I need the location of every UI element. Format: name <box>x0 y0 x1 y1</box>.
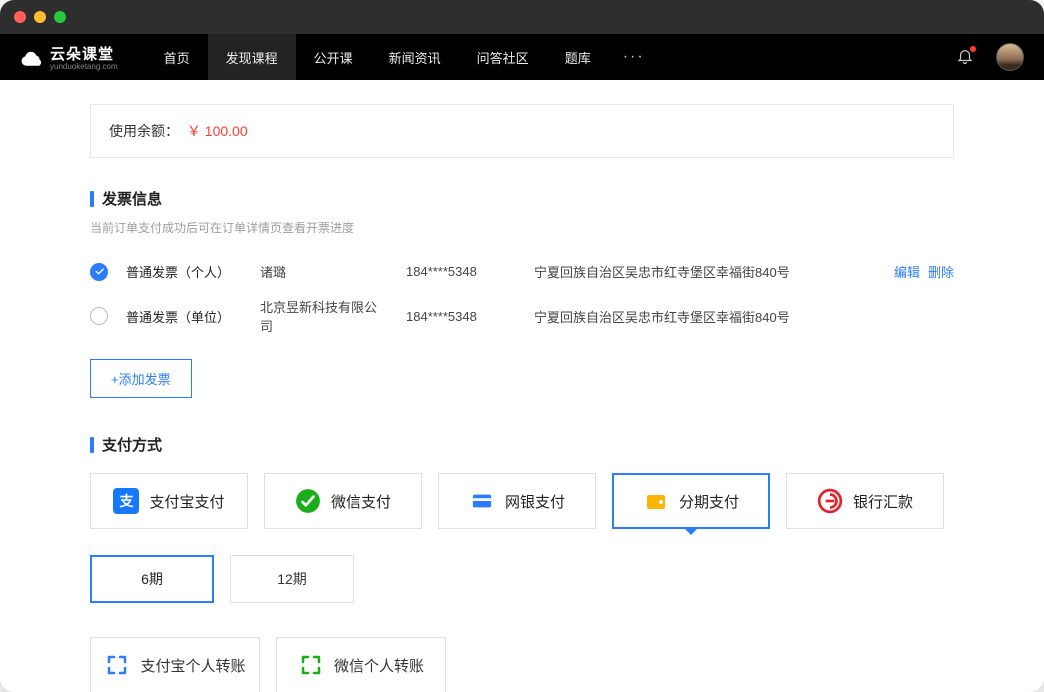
minimize-dot[interactable] <box>34 11 46 23</box>
installment-options: 6期 12期 <box>90 555 954 603</box>
alipay-icon: 支 <box>113 488 139 514</box>
invoice-name: 诸璐 <box>260 262 388 281</box>
invoice-radio[interactable] <box>90 307 108 325</box>
wallet-icon <box>643 488 669 514</box>
invoice-type: 普通发票（个人） <box>126 262 242 281</box>
close-dot[interactable] <box>14 11 26 23</box>
check-icon <box>94 266 105 277</box>
payment-method-label: 微信支付 <box>331 491 391 512</box>
installment-option[interactable]: 12期 <box>230 555 354 603</box>
invoice-name: 北京昱新科技有限公司 <box>260 297 388 335</box>
invoice-action-link[interactable]: 删除 <box>928 262 954 281</box>
installment-option[interactable]: 6期 <box>90 555 214 603</box>
invoice-section-title: 发票信息 <box>90 188 954 209</box>
transfer-label: 支付宝个人转账 <box>140 655 245 676</box>
invoice-section-subtitle: 当前订单支付成功后可在订单详情页查看开票进度 <box>90 219 954 236</box>
maximize-dot[interactable] <box>54 11 66 23</box>
window-titlebar <box>0 0 1044 34</box>
invoice-actions: 编辑删除 <box>894 262 954 281</box>
transfer-options: 支付宝个人转账 微信个人转账 <box>90 637 954 692</box>
invoice-row: 普通发票（个人） 诸璐 184****5348 宁夏回族自治区吴忠市红寺堡区幸福街84… <box>90 254 954 289</box>
nav-more[interactable]: ··· <box>609 48 659 66</box>
invoice-list: 普通发票（个人） 诸璐 184****5348 宁夏回族自治区吴忠市红寺堡区幸福街84… <box>90 254 954 343</box>
nav-item[interactable]: 问答社区 <box>459 34 547 80</box>
transfer-option[interactable]: 微信个人转账 <box>276 637 446 692</box>
nav-item[interactable]: 题库 <box>547 34 609 80</box>
avatar[interactable] <box>996 43 1024 71</box>
top-nav: 云朵课堂 yunduoketang.com 首页发现课程公开课新闻资讯问答社区题… <box>0 34 1044 80</box>
payment-method-card[interactable]: 支支付宝支付 <box>90 473 248 529</box>
invoice-radio[interactable] <box>90 263 108 281</box>
payment-method-card[interactable]: 网银支付 <box>438 473 596 529</box>
nav-menu: 首页发现课程公开课新闻资讯问答社区题库 <box>146 34 609 80</box>
cloud-logo-icon <box>20 45 44 69</box>
payment-section-title: 支付方式 <box>90 434 954 455</box>
logo-text: 云朵课堂 <box>50 43 118 64</box>
notification-badge <box>970 46 976 52</box>
payment-methods: 支支付宝支付 微信支付 网银支付 分期支付 银行汇款 <box>90 473 954 529</box>
invoice-type: 普通发票（单位） <box>126 307 242 326</box>
nav-item[interactable]: 发现课程 <box>208 34 296 80</box>
scan-green-icon <box>298 652 324 678</box>
main-content: 使用余额： ￥ 100.00 发票信息 当前订单支付成功后可在订单详情页查看开票… <box>0 80 1044 692</box>
invoice-phone: 184****5348 <box>406 264 516 279</box>
invoice-address: 宁夏回族自治区吴忠市红寺堡区幸福街840号 <box>534 307 954 326</box>
bank-transfer-icon <box>817 488 843 514</box>
nav-item[interactable]: 首页 <box>146 34 208 80</box>
invoice-row: 普通发票（单位） 北京昱新科技有限公司 184****5348 宁夏回族自治区吴忠市红… <box>90 289 954 343</box>
add-invoice-button[interactable]: +添加发票 <box>90 359 192 398</box>
payment-method-card[interactable]: 微信支付 <box>264 473 422 529</box>
notification-bell[interactable] <box>956 47 974 68</box>
payment-method-card[interactable]: 银行汇款 <box>786 473 944 529</box>
invoice-phone: 184****5348 <box>406 309 516 324</box>
payment-method-card[interactable]: 分期支付 <box>612 473 770 529</box>
wechat-icon <box>295 488 321 514</box>
logo-sub: yunduoketang.com <box>50 62 118 71</box>
payment-method-label: 支付宝支付 <box>149 491 224 512</box>
payment-method-label: 分期支付 <box>679 491 739 512</box>
balance-amount: ￥ 100.00 <box>187 123 248 139</box>
transfer-option[interactable]: 支付宝个人转账 <box>90 637 260 692</box>
balance-label: 使用余额： <box>109 123 179 139</box>
nav-item[interactable]: 公开课 <box>296 34 371 80</box>
balance-box: 使用余额： ￥ 100.00 <box>90 104 954 158</box>
payment-method-label: 网银支付 <box>505 491 565 512</box>
invoice-address: 宁夏回族自治区吴忠市红寺堡区幸福街840号 <box>534 262 876 281</box>
logo[interactable]: 云朵课堂 yunduoketang.com <box>20 43 118 71</box>
scan-blue-icon <box>104 652 130 678</box>
invoice-action-link[interactable]: 编辑 <box>894 262 920 281</box>
bank-card-icon <box>469 488 495 514</box>
nav-item[interactable]: 新闻资讯 <box>371 34 459 80</box>
transfer-label: 微信个人转账 <box>334 655 424 676</box>
payment-method-label: 银行汇款 <box>853 491 913 512</box>
